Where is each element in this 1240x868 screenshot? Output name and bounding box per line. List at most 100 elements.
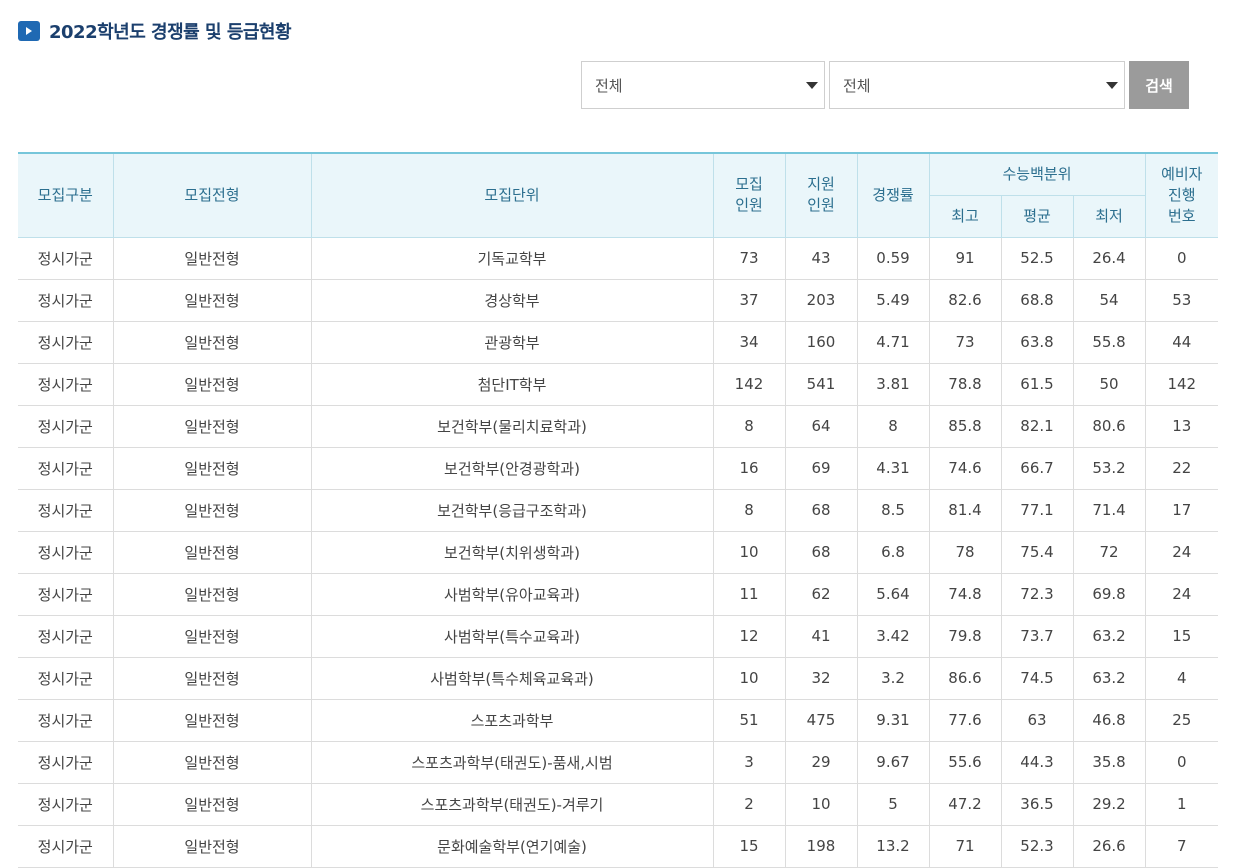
cell-max: 85.8: [928, 405, 1001, 448]
cell-type: 일반전형: [112, 699, 311, 742]
cell-rate: 4.31: [856, 447, 929, 490]
cell-applicants: 43: [784, 237, 857, 280]
cell-category: 정시가군: [18, 531, 113, 574]
cell-applicants: 64: [784, 405, 857, 448]
header-recruit-type: 모집전형: [112, 152, 312, 238]
cell-category: 정시가군: [18, 783, 113, 826]
cell-max: 82.6: [928, 279, 1001, 322]
type-select-value: 전체: [843, 76, 871, 95]
cell-unit: 첨단IT학부: [310, 363, 713, 406]
cell-min: 29.2: [1072, 783, 1146, 826]
type-select[interactable]: 전체: [829, 61, 1125, 109]
cell-waitlist: 0: [1144, 237, 1219, 280]
cell-avg: 77.1: [1000, 489, 1073, 532]
cell-rate: 8: [856, 405, 929, 448]
category-select[interactable]: 전체: [581, 61, 825, 109]
header-applicants: 지원 인원: [784, 152, 858, 238]
cell-min: 55.8: [1072, 321, 1146, 364]
cell-applicants: 32: [784, 657, 857, 700]
cell-max: 55.6: [928, 741, 1001, 784]
header-competition-rate: 경쟁률: [856, 152, 930, 238]
cell-unit: 스포츠과학부: [310, 699, 713, 742]
category-select-value: 전체: [595, 76, 623, 95]
cell-quota: 2: [712, 783, 785, 826]
cell-max: 47.2: [928, 783, 1001, 826]
cell-applicants: 69: [784, 447, 857, 490]
cell-type: 일반전형: [112, 279, 311, 322]
cell-unit: 스포츠과학부(태권도)-겨루기: [310, 783, 713, 826]
cell-min: 35.8: [1072, 741, 1146, 784]
cell-rate: 13.2: [856, 825, 929, 868]
cell-quota: 11: [712, 573, 785, 616]
cell-avg: 63.8: [1000, 321, 1073, 364]
cell-applicants: 68: [784, 531, 857, 574]
cell-avg: 72.3: [1000, 573, 1073, 616]
cell-waitlist: 22: [1144, 447, 1219, 490]
cell-quota: 34: [712, 321, 785, 364]
cell-type: 일반전형: [112, 531, 311, 574]
cell-waitlist: 0: [1144, 741, 1219, 784]
search-filter-bar: 전체 전체 검색: [581, 61, 1189, 109]
cell-unit: 문화예술학부(연기예술): [310, 825, 713, 868]
table-row: 정시가군 일반전형 첨단IT학부 142 541 3.81 78.8 61.5 50 142: [18, 363, 1219, 406]
header-quota: 모집 인원: [712, 152, 786, 238]
cell-quota: 73: [712, 237, 785, 280]
results-table: 모집구분 모집전형 모집단위 모집 인원 지원 인원 경쟁률 수능백분위 예비자…: [18, 152, 1219, 868]
cell-max: 77.6: [928, 699, 1001, 742]
cell-waitlist: 24: [1144, 531, 1219, 574]
table-row: 정시가군 일반전형 사범학부(유아교육과) 11 62 5.64 74.8 72.3 69.8 2…: [18, 573, 1219, 616]
arrow-right-icon: [18, 21, 40, 41]
cell-quota: 15: [712, 825, 785, 868]
cell-waitlist: 53: [1144, 279, 1219, 322]
cell-waitlist: 15: [1144, 615, 1219, 658]
cell-max: 74.6: [928, 447, 1001, 490]
cell-category: 정시가군: [18, 489, 113, 532]
cell-waitlist: 44: [1144, 321, 1219, 364]
cell-quota: 16: [712, 447, 785, 490]
cell-quota: 12: [712, 615, 785, 658]
chevron-down-icon: [1106, 82, 1118, 89]
cell-type: 일반전형: [112, 615, 311, 658]
cell-quota: 37: [712, 279, 785, 322]
cell-avg: 52.5: [1000, 237, 1073, 280]
cell-rate: 5.64: [856, 573, 929, 616]
header-avg: 평균: [1000, 194, 1074, 238]
cell-unit: 관광학부: [310, 321, 713, 364]
cell-category: 정시가군: [18, 237, 113, 280]
table-row: 정시가군 일반전형 스포츠과학부(태권도)-품새,시범 3 29 9.67 55.6 44.3…: [18, 741, 1219, 784]
cell-waitlist: 7: [1144, 825, 1219, 868]
cell-rate: 9.31: [856, 699, 929, 742]
cell-waitlist: 142: [1144, 363, 1219, 406]
cell-min: 53.2: [1072, 447, 1146, 490]
header-waitlist-line1: 예비자: [1161, 164, 1203, 183]
table-row: 정시가군 일반전형 사범학부(특수교육과) 12 41 3.42 79.8 73.7 63.2 1…: [18, 615, 1219, 658]
header-recruit-unit: 모집단위: [310, 152, 714, 238]
search-button[interactable]: 검색: [1129, 61, 1189, 109]
cell-applicants: 10: [784, 783, 857, 826]
cell-min: 69.8: [1072, 573, 1146, 616]
header-max: 최고: [928, 194, 1002, 238]
cell-category: 정시가군: [18, 699, 113, 742]
header-applicants-line2: 인원: [807, 196, 835, 215]
cell-waitlist: 1: [1144, 783, 1219, 826]
cell-rate: 0.59: [856, 237, 929, 280]
table-row: 정시가군 일반전형 기독교학부 73 43 0.59 91 52.5 26.4 0: [18, 237, 1219, 280]
cell-rate: 8.5: [856, 489, 929, 532]
cell-waitlist: 4: [1144, 657, 1219, 700]
table-row: 정시가군 일반전형 경상학부 37 203 5.49 82.6 68.8 54 53: [18, 279, 1219, 322]
cell-type: 일반전형: [112, 321, 311, 364]
page-title: 2022학년도 경쟁률 및 등급현황: [49, 22, 292, 43]
cell-avg: 44.3: [1000, 741, 1073, 784]
cell-rate: 5.49: [856, 279, 929, 322]
cell-waitlist: 25: [1144, 699, 1219, 742]
cell-applicants: 203: [784, 279, 857, 322]
cell-rate: 3.81: [856, 363, 929, 406]
cell-applicants: 41: [784, 615, 857, 658]
cell-applicants: 62: [784, 573, 857, 616]
cell-max: 81.4: [928, 489, 1001, 532]
cell-avg: 36.5: [1000, 783, 1073, 826]
cell-avg: 63: [1000, 699, 1073, 742]
cell-type: 일반전형: [112, 237, 311, 280]
cell-quota: 51: [712, 699, 785, 742]
cell-max: 78.8: [928, 363, 1001, 406]
